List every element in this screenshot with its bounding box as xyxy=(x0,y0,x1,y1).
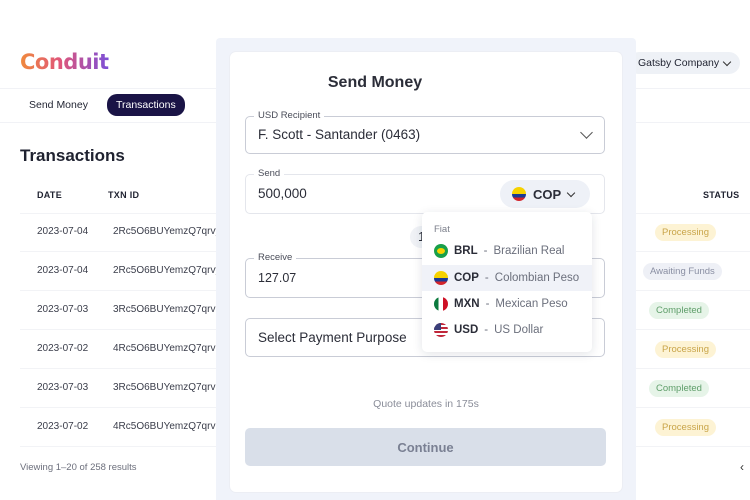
chevron-down-icon xyxy=(580,126,593,139)
currency-code: COP xyxy=(533,186,562,202)
option-code: MXN xyxy=(454,298,480,310)
brazil-flag-icon xyxy=(434,244,448,258)
option-code: BRL xyxy=(454,245,478,257)
row-date: 2023-07-03 xyxy=(37,382,89,393)
tab-transactions[interactable]: Transactions xyxy=(106,94,185,116)
mexico-flag-icon xyxy=(434,297,448,311)
option-separator: - xyxy=(484,324,489,336)
option-name: Brazilian Real xyxy=(493,245,565,257)
company-selector[interactable]: Gatsby Company xyxy=(628,52,741,74)
option-name: Mexican Peso xyxy=(495,298,568,310)
receive-amount-value: 127.07 xyxy=(258,271,297,285)
receive-label: Receive xyxy=(254,252,297,263)
option-separator: - xyxy=(483,245,488,257)
conduit-logo: Conduit xyxy=(20,50,109,74)
currency-dropdown: Fiat BRL - Brazilian Real COP - Colombian … xyxy=(422,212,592,352)
column-header-date[interactable]: DATE xyxy=(37,190,62,200)
column-header-status[interactable]: STATUS xyxy=(703,190,739,200)
send-amount-value: 500,000 xyxy=(258,186,307,201)
option-code: USD xyxy=(454,324,479,336)
option-separator: - xyxy=(485,298,490,310)
modal-title: Send Money xyxy=(327,74,423,91)
send-label: Send xyxy=(254,168,285,179)
status-badge: Processing xyxy=(655,419,716,436)
recipient-label: USD Recipient xyxy=(254,110,325,121)
colombia-flag-icon xyxy=(434,271,448,285)
page-title: Transactions xyxy=(20,146,125,165)
company-name: Gatsby Company xyxy=(638,57,720,69)
currency-option-cop[interactable]: COP - Colombian Peso xyxy=(422,265,592,291)
recipient-value: F. Scott - Santander (0463) xyxy=(258,127,421,142)
row-date: 2023-07-04 xyxy=(37,226,89,237)
previous-page-button[interactable]: ‹ xyxy=(740,460,744,474)
chevron-down-icon xyxy=(722,57,732,66)
row-txn-id[interactable]: 3Rc5O6BUYemzQ7qrv xyxy=(113,304,215,315)
dropdown-group-label: Fiat xyxy=(434,224,450,235)
row-txn-id[interactable]: 2Rc5O6BUYemzQ7qrvy xyxy=(113,265,220,276)
option-separator: - xyxy=(484,272,489,284)
row-txn-id[interactable]: 4Rc5O6BUYemzQ7qrv xyxy=(113,343,215,354)
status-badge: Completed xyxy=(649,380,709,397)
status-badge: Awaiting Funds xyxy=(643,263,722,280)
row-date: 2023-07-04 xyxy=(37,265,89,276)
tab-send-money[interactable]: Send Money xyxy=(20,94,97,116)
row-date: 2023-07-02 xyxy=(37,421,89,432)
option-code: COP xyxy=(454,272,479,284)
currency-option-brl[interactable]: BRL - Brazilian Real xyxy=(422,238,592,264)
row-txn-id[interactable]: 2Rc5O6BUYemzQ7qrvy xyxy=(113,226,220,237)
status-badge: Processing xyxy=(655,224,716,241)
currency-option-usd[interactable]: USD - US Dollar xyxy=(422,317,592,343)
recipient-select[interactable]: USD Recipient F. Scott - Santander (0463… xyxy=(245,110,605,154)
option-name: Colombian Peso xyxy=(494,272,580,284)
column-header-txn-id[interactable]: TXN ID xyxy=(108,190,139,200)
results-count: Viewing 1–20 of 258 results xyxy=(20,462,137,473)
currency-selector[interactable]: COP xyxy=(500,180,590,208)
row-txn-id[interactable]: 4Rc5O6BUYemzQ7qrv xyxy=(113,421,215,432)
us-flag-icon xyxy=(434,323,448,337)
continue-button[interactable]: Continue xyxy=(245,428,606,466)
chevron-down-icon xyxy=(566,188,576,197)
row-date: 2023-07-03 xyxy=(37,304,89,315)
option-name: US Dollar xyxy=(494,324,544,336)
quote-timer: Quote updates in 175s xyxy=(373,398,479,410)
payment-purpose-placeholder: Select Payment Purpose xyxy=(258,330,407,345)
status-badge: Processing xyxy=(655,341,716,358)
colombia-flag-icon xyxy=(512,187,526,201)
nav-tabs: Send Money Transactions xyxy=(20,94,185,116)
currency-option-mxn[interactable]: MXN - Mexican Peso xyxy=(422,291,592,317)
row-date: 2023-07-02 xyxy=(37,343,89,354)
row-txn-id[interactable]: 3Rc5O6BUYemzQ7qrv xyxy=(113,382,215,393)
status-badge: Completed xyxy=(649,302,709,319)
